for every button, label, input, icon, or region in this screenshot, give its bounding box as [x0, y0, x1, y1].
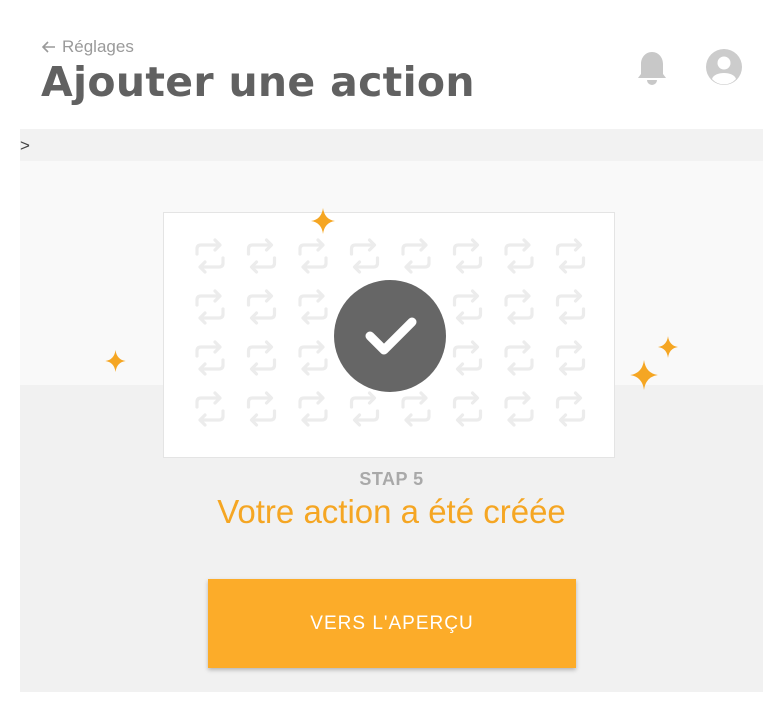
back-link-label: Réglages	[62, 37, 134, 56]
sparkle-icon	[105, 350, 126, 372]
success-panel: STAP 5 Votre action a été créée VERS L'A…	[20, 161, 763, 692]
arrow-left-icon	[42, 41, 55, 53]
breadcrumb: >	[20, 129, 763, 161]
illustration-card	[163, 212, 615, 458]
sparkle-icon	[630, 360, 658, 390]
step-label: STAP 5	[359, 469, 424, 489]
go-to-overview-button[interactable]: VERS L'APERÇU	[208, 579, 576, 668]
back-link-settings[interactable]: Réglages	[42, 37, 134, 57]
user-avatar-icon[interactable]	[706, 49, 742, 90]
page-title: Ajouter une action	[41, 58, 475, 106]
success-message: Votre action a été créée	[217, 493, 566, 530]
sparkle-icon	[311, 208, 335, 234]
breadcrumb-separator: >	[20, 136, 30, 155]
bell-icon[interactable]	[636, 50, 668, 91]
checkmark-icon	[334, 280, 446, 392]
sparkle-icon	[658, 336, 678, 358]
